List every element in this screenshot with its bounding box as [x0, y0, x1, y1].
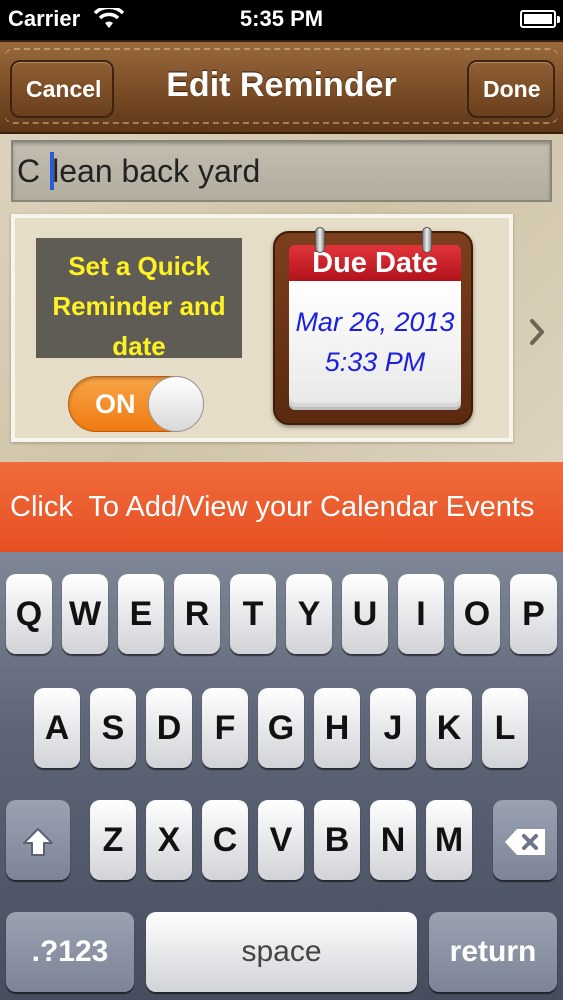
key-c[interactable]: C: [202, 800, 248, 880]
quick-reminder-line: Set a Quick: [68, 251, 210, 281]
space-key[interactable]: space: [146, 912, 417, 992]
due-date-calendar[interactable]: Due Date Mar 26, 2013 5:33 PM: [273, 227, 473, 425]
key-g[interactable]: G: [258, 688, 304, 768]
key-v[interactable]: V: [258, 800, 304, 880]
key-w[interactable]: W: [62, 574, 108, 654]
key-a[interactable]: A: [34, 688, 80, 768]
toggle-state-label: ON: [95, 389, 136, 419]
keyboard: Q W E R T Y U I O P A S D F G H J K L Z …: [0, 552, 563, 1000]
numbers-key[interactable]: .?123: [6, 912, 134, 992]
return-key[interactable]: return: [429, 912, 557, 992]
text-cursor: [50, 151, 55, 190]
key-l[interactable]: L: [482, 688, 528, 768]
reminder-text-rest: lean back yard: [52, 153, 261, 189]
key-e[interactable]: E: [118, 574, 164, 654]
shift-icon: [23, 828, 53, 857]
quick-reminder-line: date: [112, 331, 166, 361]
status-time: 5:35 PM: [239, 6, 324, 31]
key-t[interactable]: T: [230, 574, 276, 654]
key-n[interactable]: N: [370, 800, 416, 880]
quick-reminder-toggle[interactable]: ON: [68, 376, 204, 432]
backspace-icon: [505, 829, 545, 856]
calendar-ring-icon: [315, 227, 325, 253]
backspace-key[interactable]: [493, 800, 557, 880]
key-y[interactable]: Y: [286, 574, 332, 654]
key-z[interactable]: Z: [90, 800, 136, 880]
quick-reminder-label: Set a Quick Reminder and date: [36, 238, 242, 361]
shift-key[interactable]: [6, 800, 70, 880]
due-date-value: Mar 26, 2013: [295, 307, 455, 337]
calendar-events-button[interactable]: Click To Add/View your Calendar Events: [0, 462, 563, 552]
key-p[interactable]: P: [510, 574, 557, 654]
status-bar: Carrier 5:35 PM: [0, 0, 563, 40]
key-h[interactable]: H: [314, 688, 360, 768]
key-f[interactable]: F: [202, 688, 248, 768]
key-d[interactable]: D: [146, 688, 192, 768]
due-time-value: 5:33 PM: [324, 347, 426, 377]
key-i[interactable]: I: [398, 574, 444, 654]
key-u[interactable]: U: [342, 574, 388, 654]
reminder-text-first: C: [17, 153, 41, 189]
reminder-title-input[interactable]: Clean back yard: [11, 140, 552, 202]
calendar-ring-icon: [422, 227, 432, 253]
key-b[interactable]: B: [314, 800, 360, 880]
key-k[interactable]: K: [426, 688, 472, 768]
battery-icon: [520, 10, 560, 28]
chevron-right-icon[interactable]: [527, 318, 547, 346]
key-m[interactable]: M: [426, 800, 472, 880]
done-button[interactable]: Done: [467, 60, 555, 118]
calendar-page: Mar 26, 2013 5:33 PM: [289, 281, 461, 403]
key-r[interactable]: R: [174, 574, 220, 654]
key-x[interactable]: X: [146, 800, 192, 880]
toggle-knob: [148, 376, 204, 432]
key-s[interactable]: S: [90, 688, 136, 768]
navigation-bar: Cancel Edit Reminder Done: [0, 40, 563, 134]
quick-reminder-line: Reminder and: [52, 291, 226, 321]
key-o[interactable]: O: [454, 574, 500, 654]
key-q[interactable]: Q: [6, 574, 52, 654]
key-j[interactable]: J: [370, 688, 416, 768]
